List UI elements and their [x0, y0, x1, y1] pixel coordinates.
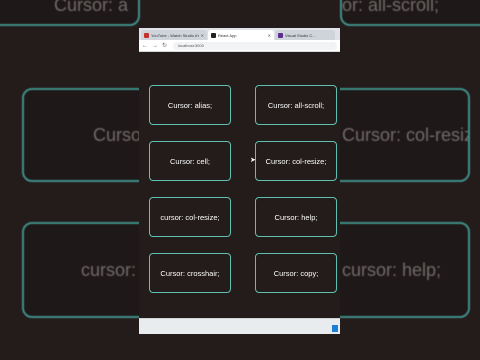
react-icon: [211, 32, 216, 38]
cursor-card-col-resize-2[interactable]: cursor: col-resize;: [149, 197, 231, 237]
mouse-pointer-icon: ➤: [250, 157, 256, 164]
background-card-top-right: Cursor: all-scroll;: [340, 0, 480, 26]
arrow-left-icon[interactable]: ←: [142, 43, 148, 49]
vscode-icon: [278, 32, 283, 38]
background-card-text: cursor: help;: [342, 259, 442, 280]
card-label: Cursor: all-scroll;: [267, 100, 325, 110]
background-card-text: Cursor: col-resize;: [342, 124, 468, 145]
page-viewport: Cursor: alias; Cursor: all-scroll; Curso…: [139, 52, 340, 334]
background-card-text: Cursor: a: [53, 0, 128, 15]
address-text: localhost:3000: [178, 43, 204, 48]
tab-title: React App: [218, 32, 237, 38]
tab-title: YouTube - Watch Studio #Youtube: [151, 32, 199, 38]
reload-icon[interactable]: ↻: [162, 43, 167, 49]
card-label: Cursor: help;: [274, 212, 318, 222]
tab-react-app[interactable]: React App ✕: [208, 30, 274, 40]
card-label: Cursor: col-resize;: [265, 156, 327, 166]
cursor-card-copy[interactable]: Cursor: copy;: [255, 253, 337, 293]
youtube-icon: [144, 32, 149, 38]
card-label: Cursor: cell;: [169, 156, 210, 166]
background-card-text: Cursor: all-scroll;: [342, 0, 440, 15]
tab-bar: YouTube - Watch Studio #Youtube ✕ React …: [139, 28, 340, 40]
cursor-card-all-scroll[interactable]: Cursor: all-scroll;: [255, 85, 337, 125]
cursor-card-col-resize[interactable]: Cursor: col-resize;: [255, 141, 337, 181]
card-label: Cursor: alias;: [167, 100, 213, 110]
background-card-top-left: Cursor: a: [0, 0, 140, 26]
tab-youtube[interactable]: YouTube - Watch Studio #Youtube ✕: [141, 30, 207, 40]
tray-app-icon[interactable]: [332, 325, 338, 332]
cursor-card-cell[interactable]: Cursor: cell;: [149, 141, 231, 181]
browser-toolbar: ← → ↻ localhost:3000: [139, 40, 340, 52]
cursor-card-crosshair[interactable]: Cursor: crosshair;: [149, 253, 231, 293]
close-icon[interactable]: ✕: [201, 33, 204, 38]
cursor-card-alias[interactable]: Cursor: alias;: [149, 85, 231, 125]
close-icon[interactable]: ✕: [268, 33, 271, 38]
card-label: cursor: col-resize;: [160, 212, 220, 222]
address-bar[interactable]: localhost:3000: [173, 41, 337, 50]
tab-title: Visual Studio C...: [285, 32, 316, 38]
tab-vscode[interactable]: Visual Studio C...: [275, 30, 335, 40]
browser-window: YouTube - Watch Studio #Youtube ✕ React …: [139, 28, 340, 334]
cursor-card-help[interactable]: Cursor: help;: [255, 197, 337, 237]
card-label: Cursor: copy;: [273, 268, 319, 278]
taskbar: [139, 318, 340, 334]
arrow-right-icon[interactable]: →: [152, 43, 158, 49]
card-label: Cursor: crosshair;: [160, 268, 220, 278]
